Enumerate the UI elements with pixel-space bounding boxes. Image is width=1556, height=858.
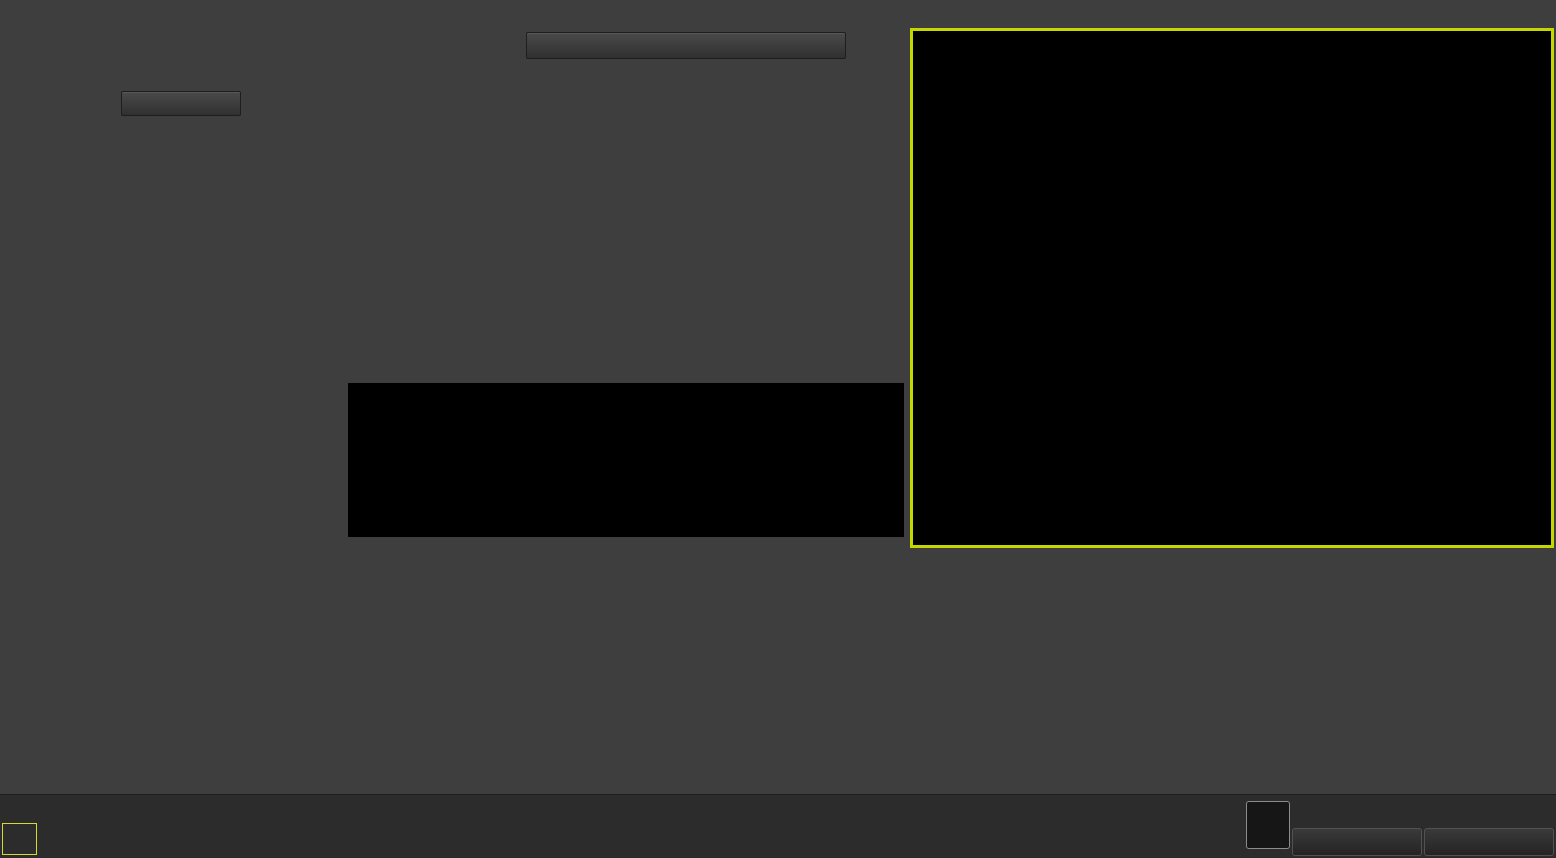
cie-diagram-panel bbox=[910, 28, 1554, 548]
delta-l-chart bbox=[336, 78, 508, 352]
rgb-balance-plot bbox=[318, 568, 578, 754]
app-window bbox=[0, 0, 1556, 858]
next-button[interactable] bbox=[1424, 828, 1554, 856]
cie-diagram bbox=[913, 31, 1551, 545]
back-button[interactable] bbox=[1292, 828, 1422, 856]
rgb-balance-chart bbox=[318, 566, 578, 754]
deltae2000-chart bbox=[2, 124, 342, 520]
delta-c-chart bbox=[521, 78, 693, 352]
delta-l-plot bbox=[336, 80, 508, 352]
de-formula-dropdown[interactable] bbox=[121, 91, 241, 116]
de-formula-control bbox=[113, 91, 241, 116]
current-patch-color bbox=[2, 823, 37, 855]
deltae2000-plot bbox=[2, 124, 342, 520]
levels-dropdown[interactable] bbox=[526, 32, 846, 59]
patch-window-button[interactable] bbox=[1246, 801, 1290, 849]
delta-c-plot bbox=[521, 80, 693, 352]
delta-h-plot bbox=[706, 80, 878, 352]
levels-control bbox=[518, 32, 846, 59]
swatch-columns bbox=[348, 383, 904, 537]
bottom-bar bbox=[0, 794, 1556, 858]
actual-target-swatch-strip bbox=[348, 383, 904, 537]
delta-h-chart bbox=[706, 78, 878, 352]
